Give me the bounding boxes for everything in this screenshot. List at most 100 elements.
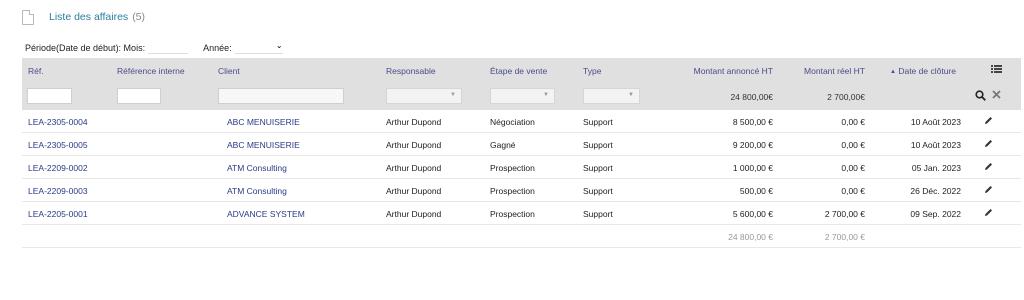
sort-asc-icon: ▲ — [890, 69, 896, 75]
col-montant-annonce[interactable]: Montant annoncé HT — [694, 66, 773, 76]
row-etape: Prospection — [490, 209, 535, 219]
row-date-cloture: 26 Déc. 2022 — [910, 186, 961, 196]
col-responsable[interactable]: Responsable — [386, 66, 436, 76]
row-responsable: Arthur Dupond — [386, 186, 442, 196]
pencil-icon[interactable] — [984, 208, 993, 217]
building-icon — [218, 141, 224, 149]
document-icon — [22, 9, 34, 25]
row-responsable: Arthur Dupond — [386, 163, 442, 173]
filter-ref-interne-input[interactable] — [117, 88, 161, 104]
row-date-cloture: 10 Août 2023 — [910, 140, 961, 150]
header-total-annonce: 24 800,00€ — [730, 92, 773, 102]
row-client-label: ATM Consulting — [227, 186, 287, 196]
row-montant-annonce: 500,00 € — [739, 186, 773, 196]
period-filter: Période(Date de début): Mois: Année: ⌄ — [25, 40, 283, 54]
page-title[interactable]: Liste des affaires — [49, 11, 128, 23]
row-montant-annonce: 1 000,00 € — [732, 163, 773, 173]
row-ref-link[interactable]: LEA-2305-0004 — [28, 117, 88, 127]
building-icon — [218, 187, 224, 195]
row-client-label: ATM Consulting — [227, 163, 287, 173]
row-responsable: Arthur Dupond — [386, 117, 442, 127]
row-ref-link[interactable]: LEA-2209-0002 — [28, 163, 88, 173]
table-row: LEA-2305-0005 ABC MENUISERIE Arthur Dupo… — [22, 133, 1021, 156]
record-count: (5) — [132, 11, 146, 23]
row-montant-reel: 0,00 € — [841, 117, 865, 127]
row-ref-link[interactable]: LEA-2209-0003 — [28, 186, 88, 196]
row-responsable: Arthur Dupond — [386, 140, 442, 150]
total-annonce: 24 800,00 € — [728, 232, 773, 242]
table-row: LEA-2205-0001 ADVANCE SYSTEM Arthur Dupo… — [22, 202, 1021, 225]
building-icon — [218, 210, 224, 218]
row-type: Support — [583, 163, 613, 173]
list-columns-icon[interactable] — [991, 64, 1002, 77]
search-icon[interactable] — [975, 90, 986, 104]
period-month-label: Période(Date de début): Mois: — [25, 43, 146, 53]
chevron-down-icon: ⌄ — [275, 40, 283, 50]
row-montant-reel: 0,00 € — [841, 140, 865, 150]
pencil-icon[interactable] — [984, 116, 993, 125]
row-etape: Gagné — [490, 140, 516, 150]
row-client-label: ADVANCE SYSTEM — [227, 209, 305, 219]
table-row: LEA-2305-0004 ABC MENUISERIE Arthur Dupo… — [22, 110, 1021, 133]
filter-ref-input[interactable] — [27, 88, 72, 104]
row-client-link[interactable]: ABC MENUISERIE — [218, 117, 300, 127]
row-client-link[interactable]: ATM Consulting — [218, 186, 287, 196]
chevron-down-icon: ▼ — [628, 92, 634, 98]
pencil-icon[interactable] — [984, 139, 993, 148]
col-date-cloture-label: Date de clôture — [898, 66, 956, 76]
table-row: LEA-2209-0002 ATM Consulting Arthur Dupo… — [22, 156, 1021, 179]
row-etape: Négociation — [490, 117, 535, 127]
row-montant-annonce: 8 500,00 € — [732, 117, 773, 127]
row-type: Support — [583, 186, 613, 196]
row-client-link[interactable]: ADVANCE SYSTEM — [218, 209, 305, 219]
row-type: Support — [583, 209, 613, 219]
table-row: LEA-2209-0003 ATM Consulting Arthur Dupo… — [22, 179, 1021, 202]
col-montant-reel[interactable]: Montant réel HT — [804, 66, 865, 76]
row-etape: Prospection — [490, 186, 535, 196]
year-select[interactable]: ⌄ — [234, 40, 283, 54]
table-total-row: 24 800,00 € 2 700,00 € — [22, 225, 1021, 248]
filter-etape-select[interactable]: ▼ — [490, 88, 555, 104]
affaires-table: Réf. Référence interne Client Responsabl… — [22, 58, 1021, 248]
row-date-cloture: 10 Août 2023 — [910, 117, 961, 127]
year-label: Année: — [203, 43, 232, 53]
filter-client-input[interactable] — [218, 88, 344, 104]
row-client-label: ABC MENUISERIE — [227, 117, 300, 127]
col-ref-interne[interactable]: Référence interne — [117, 66, 185, 76]
col-date-cloture[interactable]: ▲ Date de clôture — [890, 66, 956, 76]
row-type: Support — [583, 117, 613, 127]
month-input[interactable] — [148, 43, 189, 54]
filter-type-select[interactable]: ▼ — [583, 88, 640, 104]
building-icon — [218, 118, 224, 126]
row-client-label: ABC MENUISERIE — [227, 140, 300, 150]
total-reel: 2 700,00 € — [824, 232, 865, 242]
row-ref-link[interactable]: LEA-2205-0001 — [28, 209, 88, 219]
row-date-cloture: 05 Jan. 2023 — [911, 163, 961, 173]
row-responsable: Arthur Dupond — [386, 209, 442, 219]
row-etape: Prospection — [490, 163, 535, 173]
row-montant-reel: 2 700,00 € — [824, 209, 865, 219]
building-icon — [218, 164, 224, 172]
row-client-link[interactable]: ABC MENUISERIE — [218, 140, 300, 150]
chevron-down-icon: ▼ — [543, 92, 549, 98]
pencil-icon[interactable] — [984, 162, 993, 171]
row-date-cloture: 09 Sep. 2022 — [910, 209, 961, 219]
row-montant-reel: 0,00 € — [841, 163, 865, 173]
table-body: LEA-2305-0004 ABC MENUISERIE Arthur Dupo… — [22, 110, 1021, 225]
table-header: Réf. Référence interne Client Responsabl… — [22, 58, 1021, 110]
row-montant-reel: 0,00 € — [841, 186, 865, 196]
page-header: Liste des affaires (5) — [22, 8, 145, 26]
row-montant-annonce: 9 200,00 € — [732, 140, 773, 150]
row-ref-link[interactable]: LEA-2305-0005 — [28, 140, 88, 150]
col-type[interactable]: Type — [583, 66, 601, 76]
filter-responsable-select[interactable]: ▼ — [386, 88, 462, 104]
header-total-reel: 2 700,00€ — [827, 92, 865, 102]
chevron-down-icon: ▼ — [450, 92, 456, 98]
close-icon[interactable] — [992, 90, 1001, 102]
col-etape[interactable]: Étape de vente — [490, 66, 547, 76]
col-ref[interactable]: Réf. — [28, 66, 44, 76]
row-montant-annonce: 5 600,00 € — [732, 209, 773, 219]
pencil-icon[interactable] — [984, 185, 993, 194]
col-client[interactable]: Client — [218, 66, 240, 76]
row-client-link[interactable]: ATM Consulting — [218, 163, 287, 173]
